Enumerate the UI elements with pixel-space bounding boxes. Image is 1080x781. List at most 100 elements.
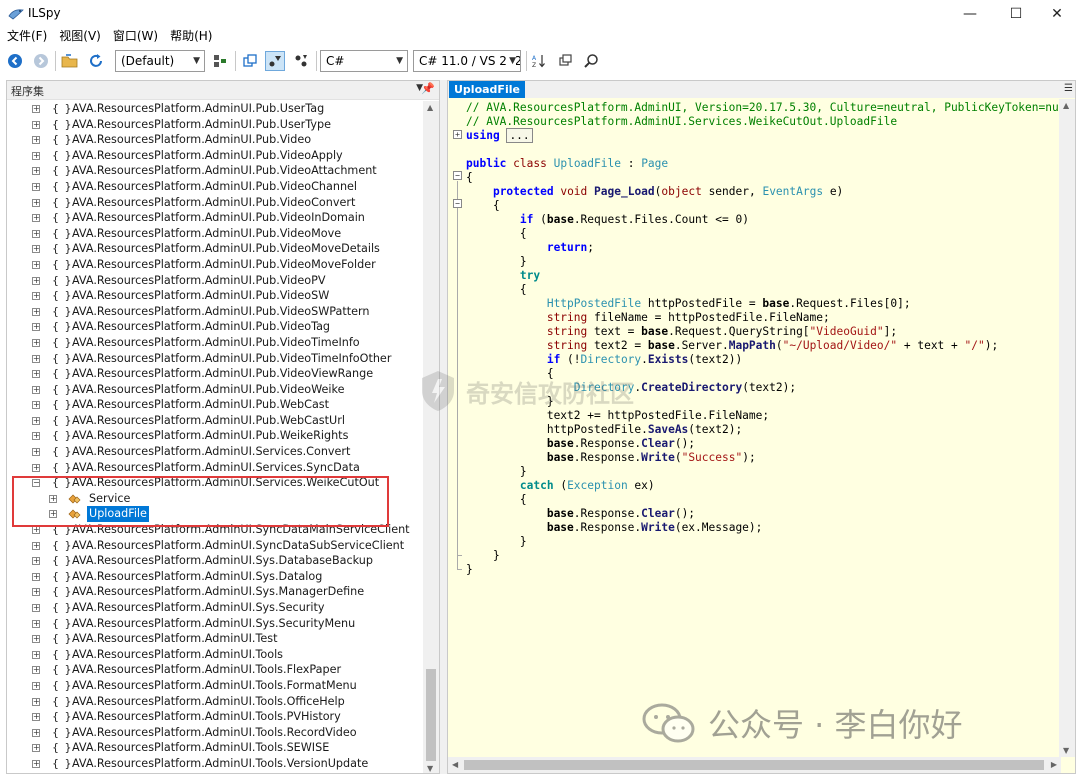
expand-icon[interactable]: + [32,276,40,285]
expand-icon[interactable]: + [32,385,40,394]
expand-icon[interactable]: + [32,728,40,737]
expand-icon[interactable]: + [32,432,40,441]
expand-icon[interactable]: + [32,572,40,581]
expand-icon[interactable]: + [32,292,40,301]
tree-item[interactable]: + { } AVA.ResourcesPlatform.AdminUI.Sys.Se… [7,600,425,616]
tree-item[interactable]: + { } AVA.ResourcesPlatform.AdminUI.Sys.Da… [7,569,425,585]
expand-icon[interactable]: + [32,151,40,160]
expand-icon[interactable]: + [49,510,57,519]
tree-item[interactable]: + { } AVA.ResourcesPlatform.AdminUI.Tools.… [7,756,425,772]
expand-icon[interactable]: + [32,619,40,628]
collapse-all-icon[interactable] [241,52,259,70]
menu-view[interactable]: 视图(V) [55,28,105,46]
expand-icon[interactable]: + [32,604,40,612]
tree-item[interactable]: + { } AVA.ResourcesPlatform.AdminUI.Pub.Vi… [7,210,425,226]
language-select[interactable]: C# ▼ [320,50,408,72]
expand-icon[interactable]: + [32,354,40,363]
scroll-down-icon[interactable]: ▼ [427,764,433,773]
expand-icon[interactable]: + [32,588,40,597]
tree-item[interactable]: + { } AVA.ResourcesPlatform.AdminUI.Tools.… [7,725,425,741]
minimize-button[interactable]: — [947,0,993,28]
expand-icon[interactable]: + [32,448,40,457]
tree-item[interactable]: + UploadFile [7,506,425,523]
tree-item[interactable]: + { } AVA.ResourcesPlatform.AdminUI.SyncDa… [7,522,425,538]
expand-icon[interactable]: + [32,105,40,113]
expand-icon[interactable]: + [32,650,40,659]
scroll-up-icon[interactable]: ▲ [1063,101,1069,110]
expand-icon[interactable]: + [32,744,40,753]
tree-item[interactable]: + { } AVA.ResourcesPlatform.AdminUI.Pub.Us… [7,101,425,117]
editor-vertical-scrollbar[interactable]: ▲ ▼ [1059,99,1075,757]
tab-list-icon[interactable]: ☰ [1064,83,1073,94]
tree-item[interactable]: + { } AVA.ResourcesPlatform.AdminUI.Pub.Vi… [7,366,425,382]
tree-item[interactable]: + { } AVA.ResourcesPlatform.AdminUI.Pub.We… [7,397,425,413]
scroll-down-icon[interactable]: ▼ [1063,746,1069,755]
collapse-icon[interactable]: − [453,171,462,180]
tree-item[interactable]: + { } AVA.ResourcesPlatform.AdminUI.Pub.Vi… [7,132,425,148]
tree-item[interactable]: + { } AVA.ResourcesPlatform.AdminUI.Pub.Vi… [7,179,425,195]
scroll-left-icon[interactable]: ◀ [452,760,458,769]
expand-icon[interactable]: + [453,130,462,139]
expand-icon[interactable]: + [32,167,40,176]
tree-item[interactable]: + { } AVA.ResourcesPlatform.AdminUI.Servic… [7,444,425,460]
tree-item[interactable]: + { } AVA.ResourcesPlatform.AdminUI.Pub.Vi… [7,319,425,335]
expand-icon[interactable]: + [32,136,40,145]
show-public-only-icon[interactable] [265,51,285,71]
expand-icon[interactable]: + [32,666,40,675]
expand-icon[interactable]: + [32,120,40,129]
tree-item[interactable]: + { } AVA.ResourcesPlatform.AdminUI.Pub.We… [7,428,425,444]
expand-icon[interactable]: + [32,214,40,223]
tree-item[interactable]: + { } AVA.ResourcesPlatform.AdminUI.Test [7,631,425,647]
expand-icon[interactable]: + [49,494,57,503]
expand-icon[interactable]: + [32,557,40,566]
expand-icon[interactable]: + [32,370,40,379]
language-version-select[interactable]: C# 11.0 / VS 202 ▼ [413,50,521,72]
scroll-up-icon[interactable]: ▲ [427,103,433,112]
tree-item[interactable]: + { } AVA.ResourcesPlatform.AdminUI.Pub.Vi… [7,335,425,351]
tree-item[interactable]: + { } AVA.ResourcesPlatform.AdminUI.Pub.Vi… [7,241,425,257]
manage-assembly-lists-icon[interactable] [211,52,229,70]
tree-item[interactable]: + { } AVA.ResourcesPlatform.AdminUI.Tools.… [7,709,425,725]
expand-icon[interactable]: + [32,323,40,332]
tree-item[interactable]: + { } AVA.ResourcesPlatform.AdminUI.Pub.We… [7,413,425,429]
tree-item[interactable]: + Service [7,491,425,507]
collapse-icon[interactable]: − [453,199,462,208]
expand-icon[interactable]: + [32,245,40,254]
tree-item[interactable]: + { } AVA.ResourcesPlatform.AdminUI.Tools [7,647,425,663]
tree-item[interactable]: + { } AVA.ResourcesPlatform.AdminUI.Pub.Vi… [7,351,425,367]
tree-item[interactable]: + { } AVA.ResourcesPlatform.AdminUI.Tools.… [7,662,425,678]
expand-icon[interactable]: + [32,463,40,472]
tree-item[interactable]: + { } AVA.ResourcesPlatform.AdminUI.Pub.Vi… [7,273,425,289]
tree-item[interactable]: + { } AVA.ResourcesPlatform.AdminUI.Pub.Us… [7,117,425,133]
pin-icon[interactable]: 📌 [421,82,435,95]
pane-splitter[interactable] [440,80,447,774]
expand-icon[interactable]: + [32,759,40,768]
assembly-list-select[interactable]: (Default) ▼ [115,50,205,72]
scroll-right-icon[interactable]: ▶ [1051,760,1057,769]
tree-item[interactable]: + { } AVA.ResourcesPlatform.AdminUI.Pub.Vi… [7,163,425,179]
back-icon[interactable] [6,52,24,70]
tree-item[interactable]: + { } AVA.ResourcesPlatform.AdminUI.SyncDa… [7,538,425,554]
expand-icon[interactable]: + [32,416,40,425]
code-editor[interactable]: + − − // AVA.ResourcesPlatform.AdminUI, … [448,99,1061,757]
manage-windows-icon[interactable] [556,52,574,70]
reload-icon[interactable] [87,52,105,70]
open-folder-icon[interactable] [61,52,79,70]
expand-icon[interactable]: + [32,182,40,191]
menu-window[interactable]: 窗口(W) [109,28,162,46]
expand-icon[interactable]: + [32,338,40,347]
tree-item[interactable]: + { } AVA.ResourcesPlatform.AdminUI.Tools.… [7,694,425,710]
collapse-icon[interactable]: − [32,479,40,488]
tree-item[interactable]: + { } AVA.ResourcesPlatform.AdminUI.Tools.… [7,678,425,694]
scroll-thumb[interactable] [426,669,436,761]
tree-item[interactable]: + { } AVA.ResourcesPlatform.AdminUI.Pub.Vi… [7,257,425,273]
expand-icon[interactable]: + [32,526,40,535]
maximize-button[interactable]: ☐ [993,0,1039,28]
show-all-members-icon[interactable] [292,52,310,70]
tree-scrollbar[interactable]: ▲ ▼ [423,101,439,773]
tree-item[interactable]: + { } AVA.ResourcesPlatform.AdminUI.Pub.Vi… [7,304,425,320]
sort-icon[interactable]: AZ [530,52,548,70]
search-icon[interactable] [582,52,600,70]
expand-icon[interactable]: + [32,229,40,238]
menu-file[interactable]: 文件(F) [3,28,51,46]
